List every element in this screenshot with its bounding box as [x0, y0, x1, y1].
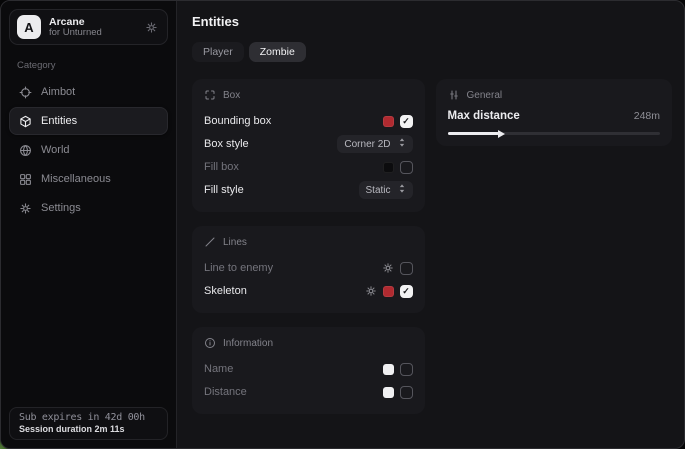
- line-to-enemy-checkbox[interactable]: [400, 262, 413, 275]
- max-distance-value: 248m: [634, 110, 660, 122]
- brand-settings-button[interactable]: [143, 19, 160, 36]
- box-card: Box Bounding box Box style Corne: [192, 79, 425, 212]
- setting-row-line-to-enemy: Line to enemy: [204, 257, 413, 279]
- brand-name: Arcane: [49, 16, 102, 28]
- setting-label: Fill box: [204, 161, 383, 173]
- skeleton-checkbox[interactable]: [400, 285, 413, 298]
- dropdown-value: Corner 2D: [344, 139, 390, 150]
- setting-label: Skeleton: [204, 285, 365, 297]
- gear-icon: [382, 262, 394, 274]
- sidebar-item-label: World: [41, 144, 70, 156]
- name-checkbox[interactable]: [400, 363, 413, 376]
- color-swatch[interactable]: [383, 162, 394, 173]
- sidebar-item-settings[interactable]: Settings: [9, 194, 168, 222]
- setting-label: Fill style: [204, 184, 359, 196]
- color-swatch[interactable]: [383, 387, 394, 398]
- fill-box-checkbox[interactable]: [400, 161, 413, 174]
- sliders-icon: [448, 89, 460, 101]
- sidebar-item-entities[interactable]: Entities: [9, 107, 168, 135]
- brand-card: A Arcane for Unturned: [9, 9, 168, 45]
- setting-row-name: Name: [204, 358, 413, 380]
- sidebar-item-aimbot[interactable]: Aimbot: [9, 78, 168, 106]
- setting-label: Bounding box: [204, 115, 383, 127]
- color-swatch[interactable]: [383, 116, 394, 127]
- slider-fill: [448, 132, 499, 135]
- dropdown-value: Static: [366, 185, 391, 196]
- setting-row-skeleton: Skeleton: [204, 280, 413, 302]
- setting-label: Line to enemy: [204, 262, 382, 274]
- card-title: General: [467, 90, 503, 101]
- box-style-dropdown[interactable]: Corner 2D: [337, 135, 412, 153]
- gear-icon: [145, 21, 158, 34]
- page-title: Entities: [192, 14, 672, 29]
- skeleton-config-button[interactable]: [365, 285, 377, 297]
- bounding-box-checkbox[interactable]: [400, 115, 413, 128]
- gear-icon: [19, 202, 32, 215]
- setting-row-max-distance: Max distance 248m: [448, 110, 660, 122]
- globe-icon: [19, 144, 32, 157]
- setting-label: Distance: [204, 386, 383, 398]
- session-duration-text: Session duration 2m 11s: [19, 424, 158, 434]
- information-card: Information Name Distance: [192, 327, 425, 414]
- sidebar-item-label: Aimbot: [41, 86, 75, 98]
- tab-zombie[interactable]: Zombie: [249, 42, 306, 62]
- chevron-updown-icon: [398, 137, 406, 151]
- color-swatch[interactable]: [383, 286, 394, 297]
- sidebar-nav: Aimbot Entities World Miscellaneous: [9, 78, 168, 222]
- main-content: Entities Player Zombie Box Bounding box: [177, 1, 684, 448]
- gear-icon: [365, 285, 377, 297]
- sidebar-item-label: Settings: [41, 202, 81, 214]
- line-to-enemy-config-button[interactable]: [382, 262, 394, 274]
- sidebar-item-miscellaneous[interactable]: Miscellaneous: [9, 165, 168, 193]
- fill-style-dropdown[interactable]: Static: [359, 181, 413, 199]
- setting-row-box-style: Box style Corner 2D: [204, 133, 413, 155]
- subscription-info: Sub expires in 42d 00h Session duration …: [9, 407, 168, 440]
- card-title: Box: [223, 90, 240, 101]
- lines-card: Lines Line to enemy: [192, 226, 425, 313]
- max-distance-slider[interactable]: [448, 132, 660, 135]
- category-label: Category: [17, 60, 160, 71]
- entity-tabs: Player Zombie: [192, 42, 672, 62]
- sidebar-item-world[interactable]: World: [9, 136, 168, 164]
- setting-row-fill-box: Fill box: [204, 156, 413, 178]
- color-swatch[interactable]: [383, 364, 394, 375]
- setting-label: Max distance: [448, 110, 634, 122]
- general-card: General Max distance 248m: [436, 79, 672, 146]
- card-title: Information: [223, 338, 273, 349]
- grid-icon: [19, 173, 32, 186]
- brand-logo: A: [17, 15, 41, 39]
- sidebar: A Arcane for Unturned Category Aimbot: [1, 1, 177, 448]
- sidebar-item-label: Miscellaneous: [41, 173, 111, 185]
- sidebar-item-label: Entities: [41, 115, 77, 127]
- brand-subtitle: for Unturned: [49, 28, 102, 39]
- entities-icon: [19, 115, 32, 128]
- card-title: Lines: [223, 237, 247, 248]
- setting-row-fill-style: Fill style Static: [204, 179, 413, 201]
- chevron-updown-icon: [398, 183, 406, 197]
- crosshair-icon: [19, 86, 32, 99]
- diagonal-line-icon: [204, 236, 216, 248]
- setting-row-distance: Distance: [204, 381, 413, 403]
- sub-expires-text: Sub expires in 42d 00h: [19, 412, 158, 423]
- info-icon: [204, 337, 216, 349]
- app-window: A Arcane for Unturned Category Aimbot: [0, 0, 685, 449]
- setting-label: Box style: [204, 138, 337, 150]
- setting-label: Name: [204, 363, 383, 375]
- distance-checkbox[interactable]: [400, 386, 413, 399]
- setting-row-bounding-box: Bounding box: [204, 110, 413, 132]
- scan-corners-icon: [204, 89, 216, 101]
- tab-player[interactable]: Player: [192, 42, 244, 62]
